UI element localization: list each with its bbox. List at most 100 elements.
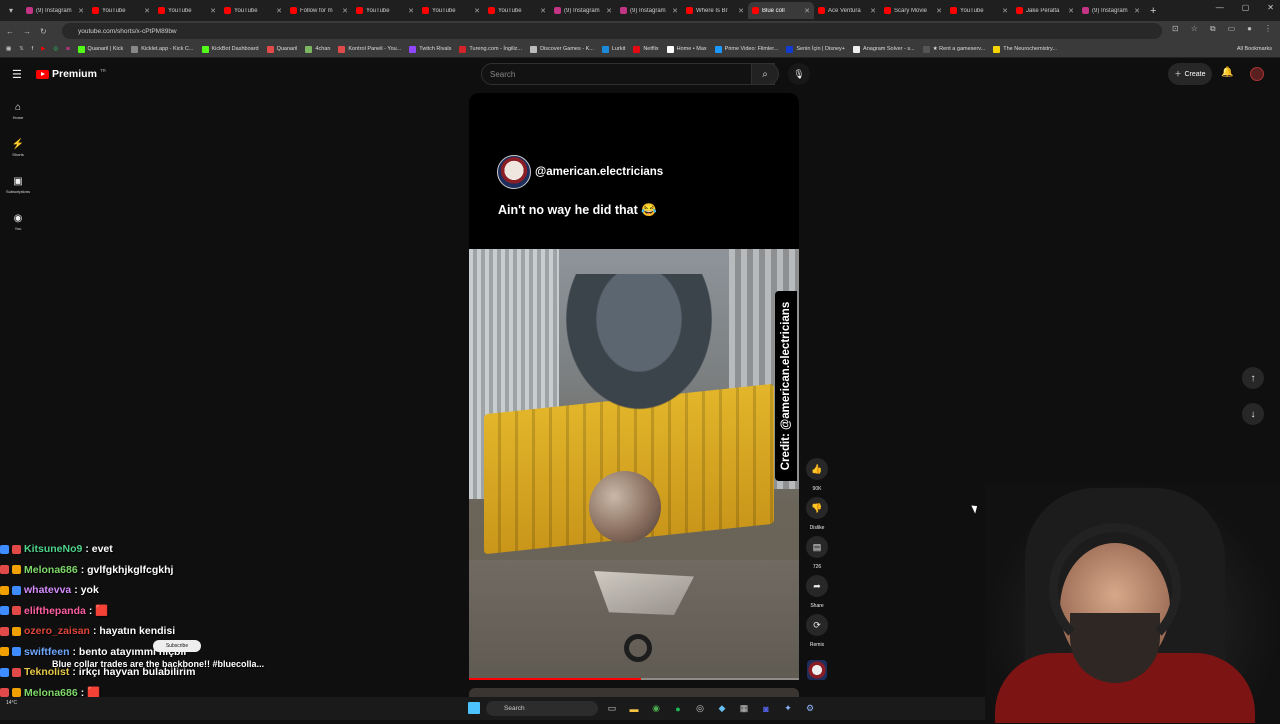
- tab-close-icon[interactable]: ✕: [1068, 7, 1074, 15]
- install-icon[interactable]: ⊡: [1172, 24, 1179, 34]
- guide-item-home[interactable]: ⌂ Home: [0, 92, 36, 129]
- dislike-icon[interactable]: 👎: [806, 497, 828, 519]
- windows-start-icon[interactable]: [468, 702, 480, 714]
- close-window-icon[interactable]: ✕: [1267, 3, 1274, 12]
- spotify-icon[interactable]: ●: [670, 701, 686, 716]
- tab-close-icon[interactable]: ✕: [540, 7, 546, 15]
- url-field[interactable]: youtube.com/shorts/x-cPtPM89bw: [62, 23, 1162, 39]
- browser-tab[interactable]: YouTube ✕: [352, 2, 418, 19]
- file-explorer-icon[interactable]: ▬: [626, 701, 642, 716]
- bookmark-item[interactable]: Quanaril: [266, 45, 297, 53]
- obs-icon[interactable]: ◎: [692, 701, 708, 716]
- star-icon[interactable]: ☆: [1191, 24, 1198, 34]
- guide-item-shorts[interactable]: ⚡ Shorts: [0, 129, 36, 166]
- browser-tab[interactable]: (9) Instagram ✕: [22, 2, 88, 19]
- tab-close-icon[interactable]: ✕: [804, 7, 810, 15]
- account-avatar[interactable]: [1250, 67, 1264, 81]
- whatsapp-icon[interactable]: ◎: [53, 46, 58, 52]
- reload-icon[interactable]: ↻: [40, 27, 47, 36]
- tab-close-icon[interactable]: ✕: [474, 7, 480, 15]
- search-button[interactable]: ⌕: [751, 63, 779, 85]
- tab-close-icon[interactable]: ✕: [144, 7, 150, 15]
- browser-tab[interactable]: YouTube ✕: [946, 2, 1012, 19]
- taskbar-search[interactable]: Search: [486, 701, 598, 716]
- like-icon[interactable]: 👍: [806, 458, 828, 480]
- browser-tab[interactable]: YouTube ✕: [484, 2, 550, 19]
- chrome-icon[interactable]: ◉: [648, 701, 664, 716]
- bookmark-item[interactable]: Lurkit: [601, 45, 625, 53]
- browser-tab[interactable]: Blue coll ✕: [748, 2, 814, 19]
- bookmark-item[interactable]: Twitch Rivals: [409, 45, 451, 53]
- browser-tab[interactable]: Scary Movie ✕: [880, 2, 946, 19]
- youtube-bookmark-icon[interactable]: ▶: [41, 46, 45, 52]
- guide-item-you[interactable]: ◉ You: [0, 203, 36, 240]
- previous-short-button[interactable]: ↑: [1242, 367, 1264, 389]
- create-button[interactable]: ＋ Create: [1168, 63, 1212, 85]
- video-frame[interactable]: Credit: @american.electricians: [469, 249, 799, 680]
- weather-widget[interactable]: 14°C: [6, 700, 17, 706]
- minimize-icon[interactable]: —: [1216, 3, 1224, 12]
- browser-tab[interactable]: Follow for m ✕: [286, 2, 352, 19]
- tab-close-icon[interactable]: ✕: [408, 7, 414, 15]
- calculator-icon[interactable]: ▦: [736, 701, 752, 716]
- bookmark-item[interactable]: The Neurochemistry...: [993, 45, 1057, 53]
- facebook-icon[interactable]: f: [32, 46, 34, 52]
- dislike-action[interactable]: 👎 Dislike: [803, 497, 831, 536]
- bookmark-item[interactable]: ★ Rent a gameserv...: [922, 45, 985, 53]
- more-icon[interactable]: ⋮: [1264, 24, 1272, 34]
- maximize-icon[interactable]: ▢: [1242, 3, 1250, 12]
- bookmark-item[interactable]: Netflix: [633, 45, 659, 53]
- like-action[interactable]: 👍 90K: [803, 458, 831, 497]
- subscribe-chip[interactable]: Subscribe: [153, 640, 201, 652]
- task-view-icon[interactable]: ▭: [604, 701, 620, 716]
- browser-tab[interactable]: YouTube ✕: [220, 2, 286, 19]
- browser-tab[interactable]: (9) Instagram ✕: [616, 2, 682, 19]
- tab-close-icon[interactable]: ✕: [210, 7, 216, 15]
- tab-close-icon[interactable]: ✕: [78, 7, 84, 15]
- browser-tab[interactable]: YouTube ✕: [418, 2, 484, 19]
- tab-close-icon[interactable]: ✕: [276, 7, 282, 15]
- profile-icon[interactable]: ●: [1247, 24, 1252, 34]
- bookmark-item[interactable]: Kontrol Paneli - You...: [338, 45, 401, 53]
- channel-name[interactable]: @american.electricians: [535, 166, 663, 178]
- search-input[interactable]: Search: [481, 63, 775, 85]
- apps-icon[interactable]: ▦: [6, 46, 11, 52]
- forward-icon[interactable]: →: [23, 27, 31, 36]
- comment-icon[interactable]: ▤: [806, 536, 828, 558]
- all-bookmarks[interactable]: All Bookmarks: [1237, 46, 1272, 52]
- bookmark-item[interactable]: KickBot Dashboard: [201, 45, 259, 53]
- bookmark-item[interactable]: 4chan: [305, 45, 330, 53]
- voice-search-button[interactable]: 🎙: [788, 63, 810, 85]
- bookmark-item[interactable]: Tureng.com - İngiliz...: [459, 45, 522, 53]
- guide-item-subscriptions[interactable]: ▣ Subscriptions: [0, 166, 36, 203]
- youtube-premium-logo[interactable]: Premium TR: [36, 68, 106, 80]
- extensions-icon[interactable]: ⧉: [1210, 24, 1216, 34]
- tab-close-icon[interactable]: ✕: [606, 7, 612, 15]
- sidepanel-icon[interactable]: ▭: [1228, 24, 1236, 34]
- bookmark-item[interactable]: Prime Video: Filmler...: [714, 45, 778, 53]
- shorts-player[interactable]: @american.electricians Ain't no way he d…: [469, 93, 799, 680]
- hamburger-menu-icon[interactable]: ☰: [12, 68, 22, 81]
- discord-icon[interactable]: ◙: [758, 701, 774, 716]
- tab-close-icon[interactable]: ✕: [672, 7, 678, 15]
- new-tab-icon[interactable]: +: [1150, 5, 1156, 17]
- steam-icon[interactable]: ◆: [714, 701, 730, 716]
- browser-tab[interactable]: YouTube ✕: [154, 2, 220, 19]
- tab-list-dropdown-icon[interactable]: ▾: [4, 4, 18, 18]
- share-action[interactable]: ➦ Share: [803, 575, 831, 614]
- tab-close-icon[interactable]: ✕: [870, 7, 876, 15]
- instagram-icon[interactable]: ◙: [66, 46, 69, 52]
- settings-icon[interactable]: ⚙: [802, 701, 818, 716]
- remix-action[interactable]: ⟳ Remix: [803, 614, 831, 653]
- browser-tab[interactable]: Where Is Br ✕: [682, 2, 748, 19]
- bookmark-item[interactable]: Quanaril | Kick: [77, 45, 123, 53]
- bookmark-item[interactable]: Discover Games - K...: [530, 45, 594, 53]
- tab-close-icon[interactable]: ✕: [738, 7, 744, 15]
- comment-action[interactable]: ▤ 726: [803, 536, 831, 575]
- tab-close-icon[interactable]: ✕: [342, 7, 348, 15]
- copilot-icon[interactable]: ✦: [780, 701, 796, 716]
- x-icon[interactable]: 𝕏: [19, 46, 23, 52]
- tab-close-icon[interactable]: ✕: [936, 7, 942, 15]
- remix-icon[interactable]: ⟳: [806, 614, 828, 636]
- browser-tab[interactable]: (9) Instagram ✕: [1078, 2, 1144, 19]
